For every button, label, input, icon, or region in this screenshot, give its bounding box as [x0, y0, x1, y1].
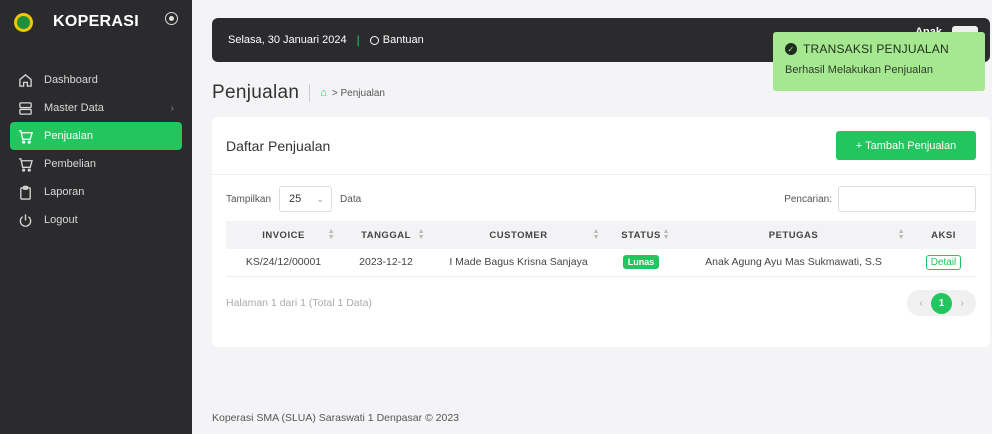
breadcrumb-current: Penjualan	[340, 87, 385, 99]
brand-name: KOPERASI	[53, 13, 139, 30]
chevron-right-icon: ›	[170, 102, 174, 114]
pagination-row: Halaman 1 dari 1 (Total 1 Data) ‹ 1 ›	[226, 289, 976, 317]
divider	[309, 84, 311, 102]
sidebar-menu: Dashboard Master Data › Penjualan Pembel…	[0, 66, 192, 234]
sidebar-item-label: Pembelian	[44, 158, 96, 170]
sidebar-item-label: Dashboard	[44, 74, 98, 86]
sort-icon: ▲ ▼	[417, 228, 425, 241]
sidebar-item-dashboard[interactable]: Dashboard	[10, 66, 182, 94]
site-footer: Koperasi SMA (SLUA) Saraswati 1 Denpasar…	[212, 412, 460, 424]
page-size-select[interactable]: 25 ⌄	[279, 186, 333, 212]
column-header-aksi: AKSI	[911, 221, 976, 249]
cell-status: Lunas	[606, 249, 676, 277]
cell-tanggal: 2023-12-12	[341, 249, 431, 277]
card-title: Daftar Penjualan	[226, 137, 331, 154]
help-link[interactable]: Bantuan	[369, 34, 424, 46]
power-icon	[18, 213, 33, 228]
table-controls: Tampilkan 25 ⌄ Data Pencarian:	[226, 186, 976, 212]
page-size-value: 25	[289, 193, 302, 205]
cart-icon	[18, 157, 33, 172]
search-label: Pencarian:	[784, 193, 832, 205]
show-label: Tampilkan	[226, 193, 272, 205]
column-header-customer[interactable]: CUSTOMER ▲ ▼	[431, 221, 606, 249]
brand[interactable]: KOPERASI	[0, 2, 192, 42]
sidebar-item-label: Penjualan	[44, 130, 93, 142]
next-page-button[interactable]: ›	[952, 298, 972, 309]
check-circle-icon: ✓	[785, 43, 797, 55]
add-sale-button[interactable]: + Tambah Penjualan	[836, 131, 976, 160]
sales-table: INVOICE ▲ ▼ TANGGAL ▲ ▼ CUSTOMER ▲ ▼ STATUS ▲ ▼ …	[226, 221, 976, 277]
sort-icon: ▲ ▼	[327, 228, 335, 241]
help-label: Bantuan	[382, 34, 424, 46]
page-header: Penjualan ⌂ > Penjualan	[212, 82, 385, 104]
clipboard-icon	[18, 185, 33, 200]
sort-icon: ▲ ▼	[897, 228, 905, 241]
toast-notification[interactable]: ✓ TRANSAKSI PENJUALAN Berhasil Melakukan…	[773, 32, 985, 91]
search-input[interactable]	[838, 186, 976, 212]
sidebar-item-label: Logout	[44, 214, 78, 226]
sidebar-toggle-icon[interactable]	[165, 12, 178, 25]
breadcrumb-arrow: >	[331, 87, 338, 99]
sidebar-item-label: Laporan	[44, 186, 85, 198]
cart-icon	[18, 129, 33, 144]
sort-icon: ▲ ▼	[662, 228, 670, 241]
column-header-status[interactable]: STATUS ▲ ▼	[606, 221, 676, 249]
sidebar-item-label: Master Data	[44, 102, 104, 114]
cell-petugas: Anak Agung Ayu Mas Sukmawati, S.S	[676, 249, 911, 277]
breadcrumb: ⌂ > Penjualan	[320, 87, 385, 99]
page-button-1[interactable]: 1	[931, 292, 952, 314]
toast-title: TRANSAKSI PENJUALAN	[803, 42, 949, 56]
database-icon	[18, 101, 33, 116]
prev-page-button[interactable]: ‹	[911, 298, 931, 309]
table-row: KS/24/12/00001 2023-12-12 I Made Bagus K…	[226, 249, 976, 277]
column-header-tanggal[interactable]: TANGGAL ▲ ▼	[341, 221, 431, 249]
cell-invoice: KS/24/12/00001	[226, 249, 341, 277]
sales-card: Daftar Penjualan + Tambah Penjualan Tamp…	[212, 117, 990, 347]
cell-aksi: Detail	[911, 249, 976, 277]
data-label: Data	[340, 193, 362, 205]
sort-icon: ▲ ▼	[592, 228, 600, 241]
cell-customer: I Made Bagus Krisna Sanjaya	[431, 249, 606, 277]
chevron-down-icon: ⌄	[316, 193, 325, 204]
page-info: Halaman 1 dari 1 (Total 1 Data)	[226, 297, 372, 309]
column-header-petugas[interactable]: PETUGAS ▲ ▼	[676, 221, 911, 249]
sidebar-item-logout[interactable]: Logout	[10, 206, 182, 234]
detail-button[interactable]: Detail	[925, 255, 962, 271]
column-header-invoice[interactable]: INVOICE ▲ ▼	[226, 221, 341, 249]
sidebar-item-laporan[interactable]: Laporan	[10, 178, 182, 206]
school-logo-icon	[14, 12, 33, 32]
page-title: Penjualan	[212, 82, 300, 103]
sidebar-item-penjualan[interactable]: Penjualan	[10, 122, 182, 150]
topbar-separator: |	[356, 33, 360, 47]
home-icon	[18, 73, 33, 88]
home-icon[interactable]: ⌂	[320, 87, 327, 99]
toast-message: Berhasil Melakukan Penjualan	[785, 64, 933, 76]
pagination: ‹ 1 ›	[907, 290, 976, 316]
current-date: Selasa, 30 Januari 2024	[228, 34, 347, 46]
sidebar: KOPERASI Dashboard Master Data › Penjual…	[0, 0, 192, 434]
sidebar-item-pembelian[interactable]: Pembelian	[10, 150, 182, 178]
status-badge: Lunas	[622, 255, 660, 270]
sidebar-item-master-data[interactable]: Master Data ›	[10, 94, 182, 122]
help-icon	[369, 35, 379, 45]
